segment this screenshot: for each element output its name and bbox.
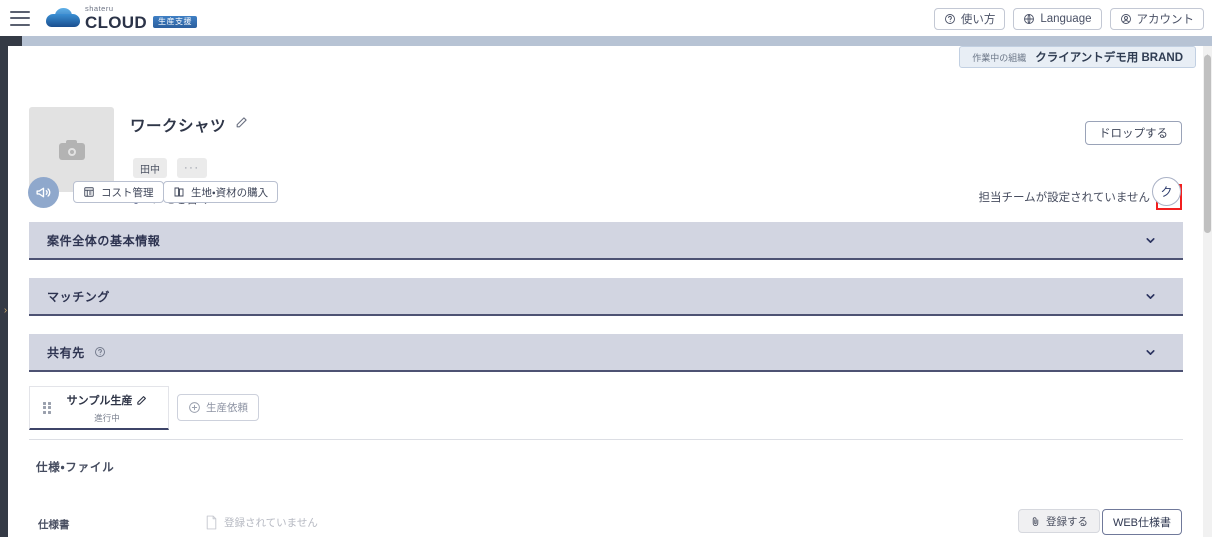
help-button-label: 使い方 (960, 14, 996, 26)
sidebar-expand-icon[interactable]: › (0, 300, 11, 320)
spec-file-label: 仕様書 (38, 519, 70, 531)
logo-maintext: CLOUD (85, 12, 147, 32)
register-file-label: 登録する (1046, 515, 1088, 528)
help-circle-icon[interactable] (94, 346, 106, 358)
account-circle-icon (1120, 13, 1132, 25)
plus-circle-icon (188, 401, 201, 414)
chevron-down-icon (1144, 290, 1157, 303)
globe-icon (1023, 13, 1035, 25)
sidebar-rail (0, 46, 8, 537)
hamburger-icon[interactable] (10, 10, 30, 26)
material-purchase-button[interactable]: 生地・資材の購入 (163, 181, 279, 203)
files-section-title: 仕様・ファイル (36, 462, 115, 474)
material-purchase-label: 生地・資材の購入 (191, 186, 269, 199)
language-button[interactable]: Language (1013, 8, 1102, 30)
add-production-request-label: 生産依頼 (206, 402, 248, 414)
scroll-up-arrow-icon[interactable] (1204, 47, 1211, 59)
section-divider (29, 439, 1183, 440)
tab-sample-production[interactable]: サンプル生産 進行中 (29, 386, 169, 430)
org-badge-value: クライアントデモ用 BRAND (1035, 52, 1183, 64)
account-button-label: アカウント (1136, 14, 1195, 26)
drop-button[interactable]: ドロップする (1085, 121, 1182, 145)
chevron-down-icon (1144, 234, 1157, 247)
org-badge: 作業中の組織 クライアントデモ用 BRAND (959, 46, 1196, 68)
register-file-button[interactable]: 登録する (1018, 509, 1100, 533)
paperclip-icon (1030, 516, 1041, 527)
production-tabs: サンプル生産 進行中 生産依頼 (29, 386, 1183, 432)
account-button[interactable]: アカウント (1109, 8, 1204, 30)
app-logo[interactable]: shateru CLOUD 生産支援 (46, 5, 197, 31)
action-toolbar: コスト管理 生地・資材の購入 ク (8, 173, 1204, 217)
calculator-icon (83, 186, 95, 198)
product-title-row: ワークシャツ (130, 114, 248, 136)
web-spec-button[interactable]: WEB仕様書 (1101, 509, 1182, 535)
drag-handle-icon[interactable] (43, 401, 52, 414)
avatar[interactable]: ク (1152, 177, 1181, 206)
top-actions: 使い方 Language アカウント (933, 8, 1204, 30)
spec-file-empty-text: 登録されていません (224, 517, 318, 529)
cloud-icon (46, 8, 80, 28)
help-button[interactable]: 使い方 (933, 8, 1006, 30)
tab-sample-production-label: サンプル生産 (66, 395, 133, 407)
accordion-shared-with-title: 共有先 (47, 345, 85, 360)
language-button-label: Language (1040, 13, 1092, 25)
spec-file-row: 仕様書 登録されていません 登録する WEB仕様書 (8, 501, 1204, 537)
accordion-basic-info-title: 案件全体の基本情報 (47, 233, 161, 248)
document-icon (205, 515, 218, 530)
scrollbar-thumb[interactable] (1204, 55, 1211, 233)
question-circle-icon (944, 13, 956, 25)
megaphone-icon[interactable] (28, 177, 59, 208)
logo-badge: 生産支援 (152, 16, 197, 29)
page-title: ワークシャツ (130, 118, 227, 135)
accordion-basic-info[interactable]: 案件全体の基本情報 (29, 222, 1183, 260)
vertical-scrollbar[interactable] (1203, 46, 1212, 537)
cost-management-label: コスト管理 (101, 186, 154, 199)
spec-file-empty-state: 登録されていません (205, 515, 318, 530)
header-substrip (0, 36, 1212, 46)
app-root: shateru CLOUD 生産支援 使い方 Language アカウント › … (0, 0, 1212, 537)
org-badge-label: 作業中の組織 (972, 52, 1027, 63)
logo-subtext: shateru (85, 4, 114, 14)
add-production-request-button[interactable]: 生産依頼 (177, 394, 259, 421)
accordion-matching[interactable]: マッチング (29, 278, 1183, 316)
tab-edit-pencil-icon[interactable] (136, 395, 147, 406)
title-edit-pencil-icon[interactable] (235, 116, 248, 134)
tab-sample-production-status: 進行中 (94, 413, 120, 423)
chevron-down-icon (1144, 346, 1157, 359)
product-header: ワークシャツ 田中 ··· メモを書く ドロップする (8, 58, 1204, 210)
accordion-shared-with[interactable]: 共有先 (29, 334, 1183, 372)
camera-icon (58, 139, 85, 160)
main-content: 作業中の組織 クライアントデモ用 BRAND ワークシャツ 田中 ··· ドロッ… (8, 46, 1204, 537)
cost-management-button[interactable]: コスト管理 (73, 181, 164, 203)
accordion-matching-title: マッチング (47, 289, 111, 304)
top-header: shateru CLOUD 生産支援 使い方 Language アカウント (0, 0, 1212, 36)
book-icon (173, 186, 185, 198)
